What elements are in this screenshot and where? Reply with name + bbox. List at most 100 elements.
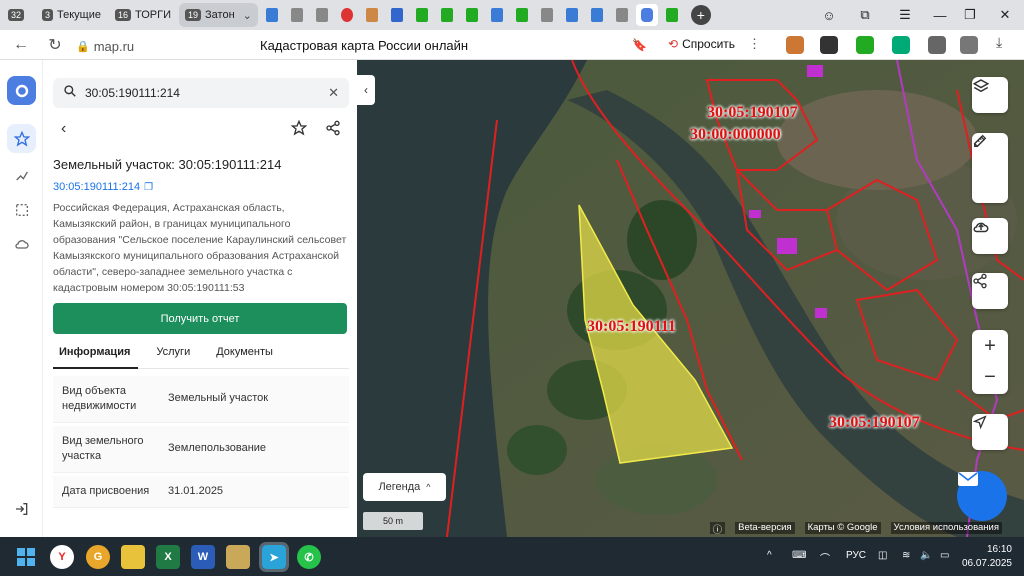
tab-group-1[interactable]: 32 xyxy=(2,3,34,27)
favorites-star-icon[interactable] xyxy=(7,124,36,153)
windows-start-icon[interactable] xyxy=(14,545,38,569)
cadastral-number: 30:05:190111:214 xyxy=(53,181,141,193)
back-arrow-icon[interactable]: ← xyxy=(8,32,34,58)
more-options-icon[interactable]: ⋮ xyxy=(748,36,761,52)
tab-favicon-6[interactable] xyxy=(386,4,408,26)
tab-favicon-10[interactable] xyxy=(486,4,508,26)
tab-favicon-3[interactable] xyxy=(311,4,333,26)
tab-favicon-16[interactable] xyxy=(661,4,683,26)
ask-button[interactable]: ⟲ Спросить xyxy=(668,37,735,51)
tab-documents[interactable]: Документы xyxy=(210,343,281,369)
collections-icon[interactable]: ⧉ xyxy=(850,0,880,30)
bookmark-icon[interactable]: 🔖 xyxy=(632,38,647,52)
property-label: Вид объекта недвижимости xyxy=(62,385,137,412)
more-menu-icon[interactable]: ☰ xyxy=(890,0,920,30)
zoom-out-icon[interactable]: − xyxy=(984,366,996,389)
get-report-button[interactable]: Получить отчет xyxy=(53,303,347,334)
minimize-icon[interactable]: — xyxy=(925,0,955,30)
tab-group-tekushchie[interactable]: 3 Текущие xyxy=(36,3,107,27)
search-box[interactable]: 30:05:190111:214 ✕ xyxy=(53,78,349,108)
tab-favicon-11[interactable] xyxy=(511,4,533,26)
keyboard-icon[interactable]: ⌨ xyxy=(792,550,806,561)
restore-icon[interactable]: ❐ xyxy=(955,0,985,30)
tab-group-torgi[interactable]: 16 ТОРГИ xyxy=(109,3,177,27)
terms-link[interactable]: Условия использования xyxy=(890,522,1002,534)
file-explorer-icon[interactable] xyxy=(121,545,145,569)
tab-favicon-active[interactable] xyxy=(635,4,658,26)
favorite-star-icon[interactable] xyxy=(290,119,308,141)
download-icon[interactable]: ⤓ xyxy=(996,34,1014,52)
ask-icon: ⟲ xyxy=(668,37,679,51)
extension-icon-1[interactable] xyxy=(786,36,804,54)
network-icon[interactable]: ◫ xyxy=(878,550,887,561)
tab-favicon-15[interactable] xyxy=(611,4,633,26)
tab-group-close-icon[interactable]: ⌄ xyxy=(243,9,252,22)
tab-favicon-14[interactable] xyxy=(586,4,608,26)
logout-icon[interactable] xyxy=(7,494,36,523)
share-icon[interactable] xyxy=(325,120,341,141)
close-window-icon[interactable]: ✕ xyxy=(990,0,1020,30)
volume-icon[interactable]: 🔈 xyxy=(920,550,932,561)
yandex-browser-icon[interactable]: Y xyxy=(50,545,74,569)
tab-favicon-2[interactable] xyxy=(286,4,308,26)
table-row: Вид объекта недвижимости Земельный участ… xyxy=(53,376,349,423)
tab-favicon-7[interactable] xyxy=(411,4,433,26)
search-input[interactable]: 30:05:190111:214 xyxy=(85,86,180,100)
clock[interactable]: 16:10 06.07.2025 xyxy=(960,543,1012,571)
zoom-in-icon[interactable]: + xyxy=(984,335,996,358)
cloud-icon[interactable] xyxy=(7,229,36,258)
object-address: Российская Федерация, Астраханская облас… xyxy=(53,202,347,294)
tab-favicon-4[interactable] xyxy=(336,4,358,26)
map-canvas[interactable]: 30:05:190107 30:00:000000 30:05:190111 3… xyxy=(357,60,1024,537)
tab-count: 3 xyxy=(42,9,54,21)
extension-icon-5[interactable] xyxy=(928,36,946,54)
property-value: 31.01.2025 xyxy=(168,485,224,497)
tab-favicon-9[interactable] xyxy=(461,4,483,26)
wifi-icon[interactable]: ⌒ xyxy=(820,550,830,565)
battery-icon[interactable]: ▭ xyxy=(940,550,949,561)
select-area-icon[interactable] xyxy=(7,195,36,224)
my-location-button[interactable] xyxy=(972,414,1008,450)
route-icon[interactable] xyxy=(7,161,36,190)
cadastral-number-link[interactable]: 30:05:190111:214 ❐ xyxy=(53,181,153,193)
excel-icon[interactable]: X xyxy=(156,545,180,569)
language-indicator[interactable]: РУС xyxy=(846,550,866,561)
chat-button[interactable] xyxy=(957,471,1007,521)
tab-favicon-13[interactable] xyxy=(561,4,583,26)
profile-icon[interactable]: ☺ xyxy=(814,0,844,30)
collapse-panel-button[interactable]: ‹ xyxy=(357,75,375,105)
share-map-button[interactable] xyxy=(972,273,1008,309)
copy-icon[interactable]: ❐ xyxy=(144,182,153,193)
word-icon[interactable]: W xyxy=(191,545,215,569)
tab-favicon-5[interactable] xyxy=(361,4,383,26)
app-icon[interactable] xyxy=(226,545,250,569)
extension-icon-2[interactable] xyxy=(820,36,838,54)
extension-icon-4[interactable] xyxy=(892,36,910,54)
wifi-signal-icon[interactable]: ≋ xyxy=(902,550,910,561)
table-row: Вид земельного участка Землепользование xyxy=(53,426,349,473)
tab-favicon-8[interactable] xyxy=(436,4,458,26)
reload-icon[interactable]: ↻ xyxy=(42,32,68,58)
property-label: Дата присвоения xyxy=(62,485,150,497)
chrome-icon[interactable]: G xyxy=(86,545,110,569)
app-logo-icon[interactable] xyxy=(7,76,36,105)
tab-favicon-12[interactable] xyxy=(536,4,558,26)
tab-group-zaton[interactable]: 19 Затон ⌄ xyxy=(179,3,258,27)
telegram-icon[interactable]: ➤ xyxy=(259,542,289,572)
upload-button[interactable] xyxy=(972,218,1008,254)
scale-bar: 50 m xyxy=(363,512,423,530)
layers-button[interactable] xyxy=(972,77,1008,113)
cloud-upload-icon xyxy=(973,222,989,233)
new-tab-button[interactable]: + xyxy=(690,5,711,25)
clear-search-icon[interactable]: ✕ xyxy=(328,85,339,101)
tab-favicon-1[interactable] xyxy=(261,4,283,26)
tray-chevron-icon[interactable]: ^ xyxy=(767,550,772,561)
legend-button[interactable]: Легенда ^ xyxy=(363,473,446,501)
back-chevron-icon[interactable]: ‹ xyxy=(61,120,66,138)
tab-information[interactable]: Информация xyxy=(53,343,139,369)
tab-services[interactable]: Услуги xyxy=(150,343,198,369)
info-icon[interactable]: ⓘ xyxy=(709,522,726,536)
extension-icon-3[interactable] xyxy=(856,36,874,54)
whatsapp-icon[interactable]: ✆ xyxy=(297,545,321,569)
extensions-puzzle-icon[interactable] xyxy=(960,36,978,54)
